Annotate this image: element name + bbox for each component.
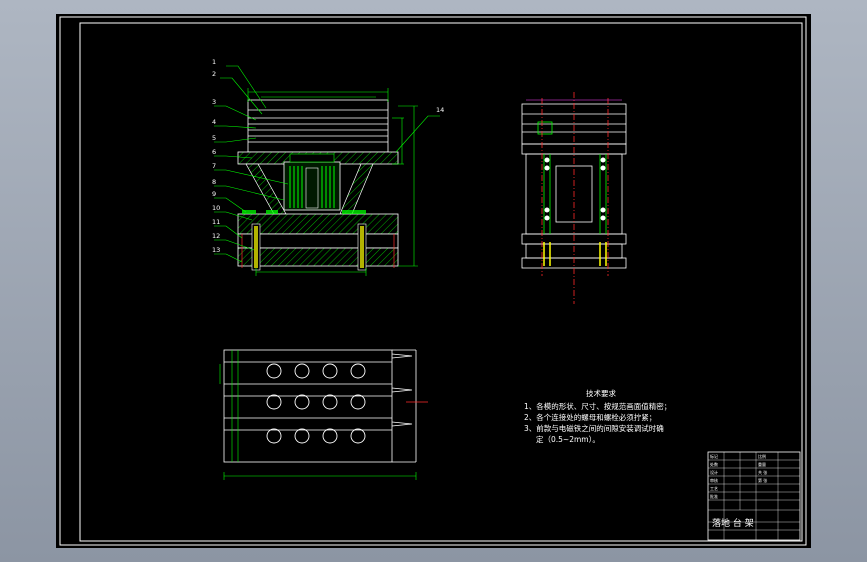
part-number-8: 8 xyxy=(212,178,216,186)
cad-drawing: 12345678910111213 14 技术要求 1、各模的形状、尺寸、按规范… xyxy=(59,16,807,546)
part-number-7: 7 xyxy=(212,162,216,170)
title-block-label: 重量 xyxy=(758,461,766,467)
title-block-label: 设计 xyxy=(710,469,718,475)
title-block-label: 工艺 xyxy=(710,486,718,491)
part-number-10: 10 xyxy=(212,204,220,212)
callout-14: 14 xyxy=(436,106,444,114)
title-block-label: 处数 xyxy=(710,461,718,467)
title-block-name: 落地 台 架 xyxy=(712,517,754,529)
part-number-4: 4 xyxy=(212,118,216,126)
part-number-3: 3 xyxy=(212,98,216,106)
top-view xyxy=(219,349,428,480)
inner-frame xyxy=(79,22,803,542)
tech-req-title: 技术要求 xyxy=(586,388,616,398)
part-number-5: 5 xyxy=(212,134,216,142)
part-number-6: 6 xyxy=(212,148,216,156)
drawing-sheet: 1 2 3 4 5 6 7 8 9 10 11 12 13 14 技术要求 1、… xyxy=(56,14,811,548)
tech-req-line-2: 2、各个连接处的螺母和螺栓必须拧紧； xyxy=(524,412,656,422)
technical-requirements: 技术要求 1、各模的形状、尺寸、按规范画面值精密； 2、各个连接处的螺母和螺栓必… xyxy=(524,388,671,444)
tech-req-line-4: 定（0.5~2mm）。 xyxy=(536,434,600,444)
part-number-2: 2 xyxy=(212,70,216,78)
title-block-label: 共 张 xyxy=(758,469,767,475)
side-view xyxy=(521,92,627,304)
title-block: 标记处数设计审核工艺批准 比例重量共 张第 张 落地 台 架 xyxy=(707,451,801,541)
part-number-13: 13 xyxy=(212,246,220,254)
title-block-label: 第 张 xyxy=(758,477,767,483)
title-block-label: 标记 xyxy=(710,453,718,459)
title-block-label: 审核 xyxy=(710,477,718,483)
part-number-1: 1 xyxy=(212,58,216,66)
tech-req-line-1: 1、各模的形状、尺寸、按规范画面值精密； xyxy=(524,401,671,411)
title-block-label: 比例 xyxy=(758,453,766,459)
part-number-11: 11 xyxy=(212,218,220,226)
outer-frame xyxy=(59,16,807,546)
tech-req-line-3: 3、前款与电磁铁之间的间隙安装调试时确 xyxy=(524,423,664,433)
title-block-label: 批准 xyxy=(710,493,718,499)
part-number-12: 12 xyxy=(212,232,220,240)
front-section-view: 12345678910111213 14 xyxy=(212,58,444,276)
part-number-9: 9 xyxy=(212,190,216,198)
